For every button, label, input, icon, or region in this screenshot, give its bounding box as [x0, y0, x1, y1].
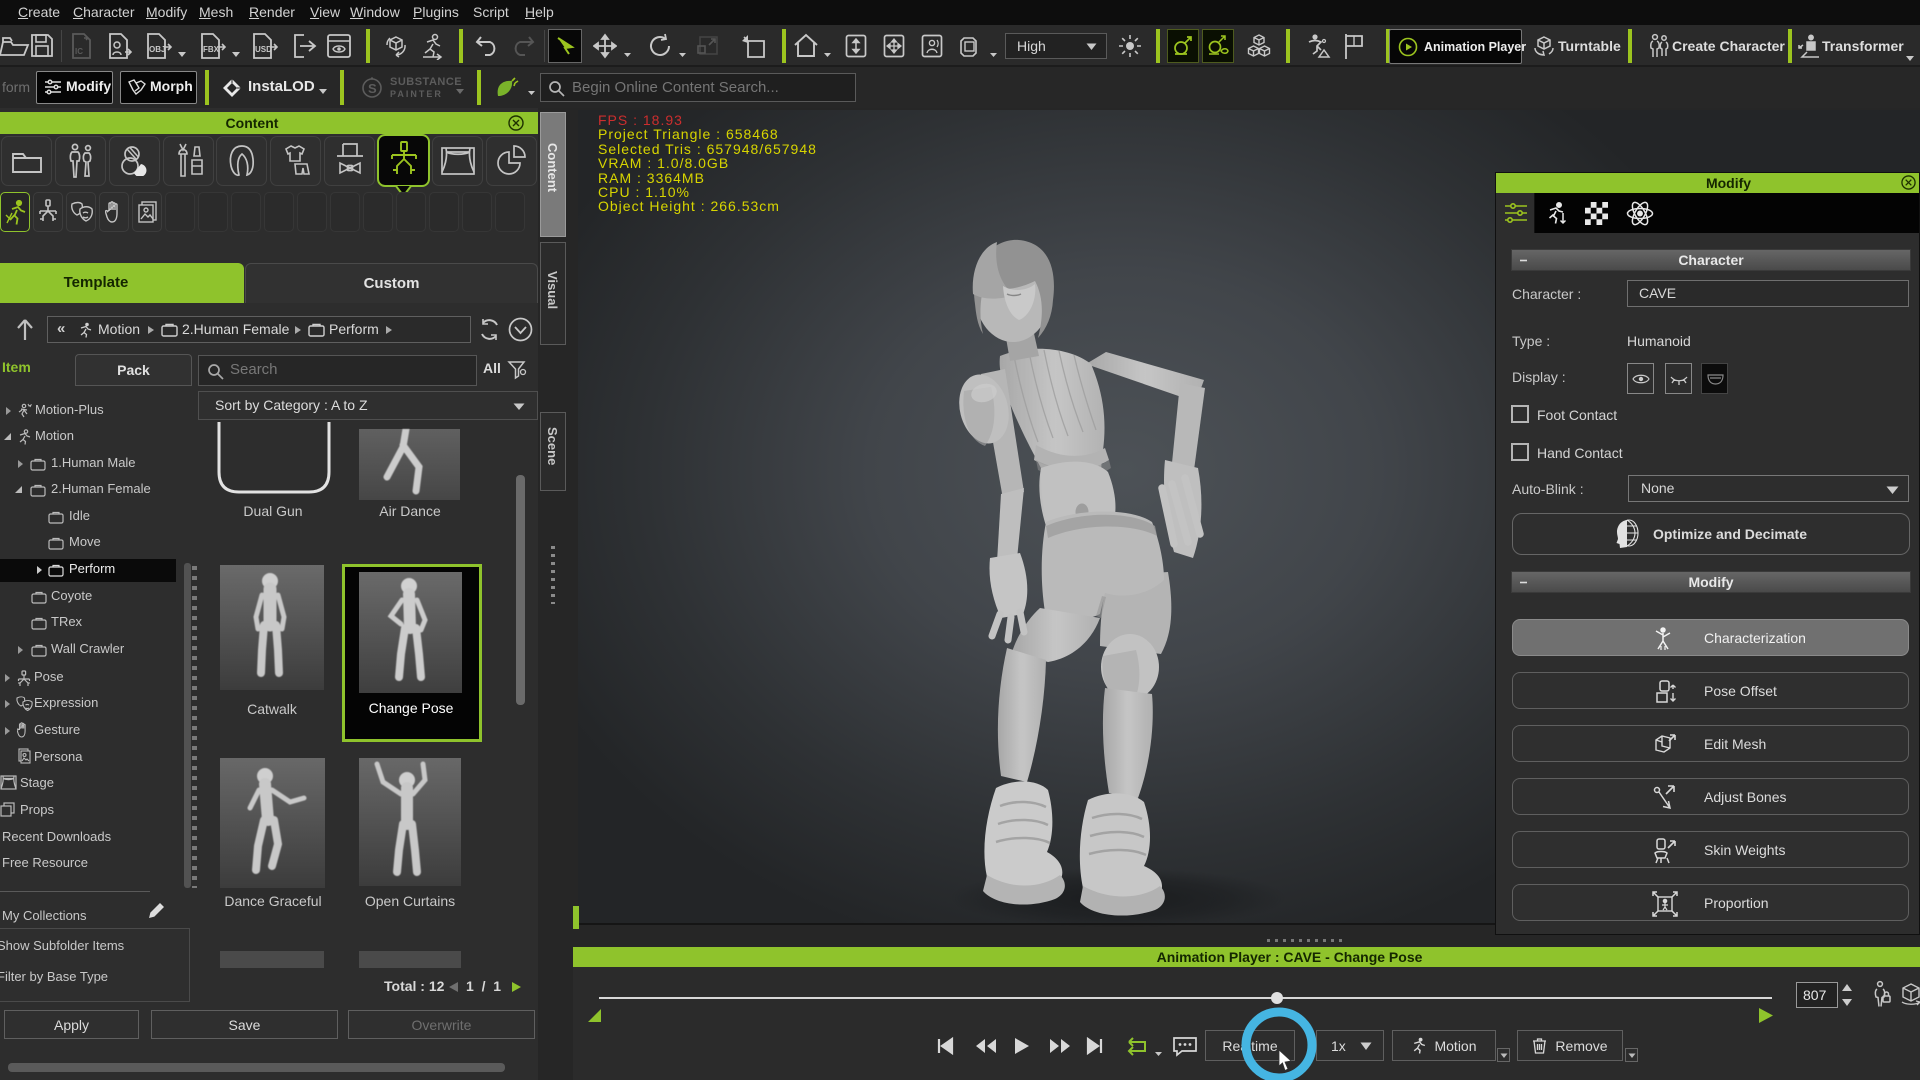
svg-text:OBJ: OBJ [149, 45, 165, 54]
svg-text:USD: USD [255, 45, 272, 54]
svg-text:FBX: FBX [203, 45, 220, 54]
svg-text:S: S [368, 81, 377, 96]
svg-text:IC: IC [75, 47, 83, 56]
